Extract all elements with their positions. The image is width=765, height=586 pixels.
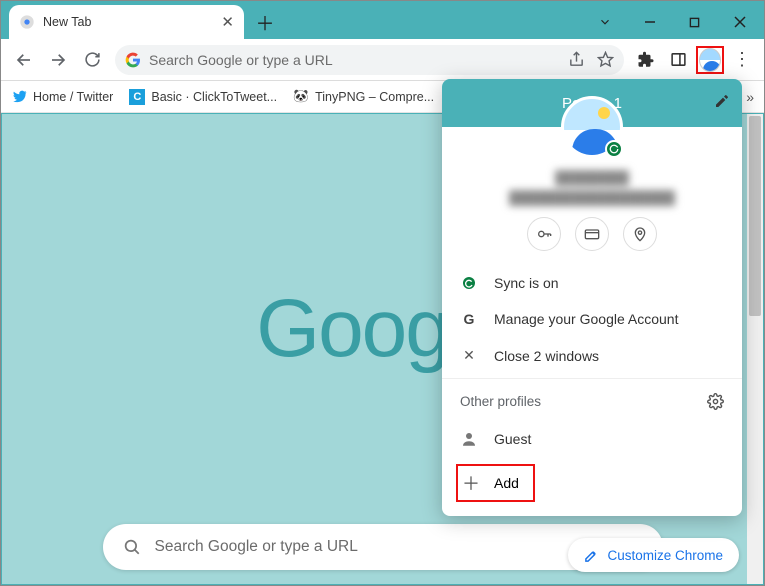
omnibox-placeholder: Search Google or type a URL (149, 52, 333, 68)
google-icon: G (460, 311, 478, 327)
scrollbar[interactable] (747, 114, 763, 584)
clicktotweet-icon: C (129, 89, 145, 105)
edit-profile-icon[interactable] (714, 93, 730, 109)
twitter-icon (11, 89, 27, 105)
bookmark-item[interactable]: 🐼 TinyPNG – Compre... (293, 89, 434, 105)
payments-icon[interactable] (575, 217, 609, 251)
manage-label: Manage your Google Account (494, 311, 678, 327)
new-tab-button[interactable]: ＋ (250, 7, 280, 37)
tab-close-icon[interactable]: ✕ (221, 13, 234, 31)
omnibox[interactable]: Search Google or type a URL (115, 45, 624, 75)
bookmark-item[interactable]: Home / Twitter (11, 89, 113, 105)
gear-icon[interactable] (707, 393, 724, 410)
search-icon (123, 538, 141, 556)
bookmark-label: Basic · ClickToTweet... (151, 90, 277, 104)
bookmark-item[interactable]: C Basic · ClickToTweet... (129, 89, 277, 105)
browser-toolbar: Search Google or type a URL ⋮ (1, 39, 764, 81)
profile-button[interactable] (696, 46, 724, 74)
divider (442, 378, 742, 379)
window-titlebar: New Tab ✕ ＋ (1, 1, 764, 39)
customize-chrome-button[interactable]: Customize Chrome (568, 538, 739, 572)
nav-forward-button[interactable] (43, 45, 73, 75)
addresses-icon[interactable] (623, 217, 657, 251)
extensions-icon[interactable] (632, 46, 660, 74)
bookmark-label: Home / Twitter (33, 90, 113, 104)
profile-popup: Person 1 ████████ ██████████████████ Syn… (442, 79, 742, 516)
close-label: Close 2 windows (494, 348, 599, 364)
window-minimize-icon[interactable] (627, 7, 672, 37)
other-profiles-header: Other profiles (442, 383, 742, 420)
window-controls (582, 5, 764, 39)
nav-reload-button[interactable] (77, 45, 107, 75)
sync-icon (460, 275, 478, 291)
manage-account-row[interactable]: G Manage your Google Account (442, 301, 742, 337)
sync-badge-icon (605, 140, 623, 158)
pencil-icon (584, 548, 599, 563)
bookmark-star-icon[interactable] (597, 51, 614, 68)
scrollbar-thumb[interactable] (749, 116, 761, 316)
add-profile-button[interactable]: ＋ Add (456, 464, 535, 502)
profile-quick-actions (442, 213, 742, 265)
profile-details-redacted: ████████ ██████████████████ (442, 158, 742, 213)
close-icon: ✕ (460, 347, 478, 364)
searchbox-placeholder: Search Google or type a URL (155, 538, 358, 556)
guest-label: Guest (494, 431, 531, 447)
google-g-icon (125, 52, 141, 68)
passwords-icon[interactable] (527, 217, 561, 251)
browser-tab[interactable]: New Tab ✕ (9, 5, 244, 39)
bookmark-label: TinyPNG – Compre... (315, 90, 434, 104)
add-label: Add (494, 475, 519, 491)
window-maximize-icon[interactable] (672, 7, 717, 37)
panda-icon: 🐼 (293, 89, 309, 105)
bookmarks-overflow-icon[interactable]: » (746, 89, 754, 105)
tab-favicon (19, 14, 35, 30)
chrome-menu-button[interactable]: ⋮ (728, 46, 756, 74)
profile-avatar-icon (699, 48, 721, 72)
tab-title: New Tab (43, 15, 91, 29)
share-icon[interactable] (568, 51, 585, 68)
guest-profile-row[interactable]: Guest (442, 420, 742, 458)
window-chevron-icon[interactable] (582, 7, 627, 37)
plus-icon: ＋ (462, 470, 480, 496)
sync-row[interactable]: Sync is on (442, 265, 742, 301)
sidepanel-icon[interactable] (664, 46, 692, 74)
customize-label: Customize Chrome (607, 548, 723, 563)
nav-back-button[interactable] (9, 45, 39, 75)
window-close-icon[interactable] (717, 7, 762, 37)
sync-label: Sync is on (494, 275, 559, 291)
close-windows-row[interactable]: ✕ Close 2 windows (442, 337, 742, 374)
person-icon (460, 430, 478, 448)
other-profiles-label: Other profiles (460, 394, 541, 409)
